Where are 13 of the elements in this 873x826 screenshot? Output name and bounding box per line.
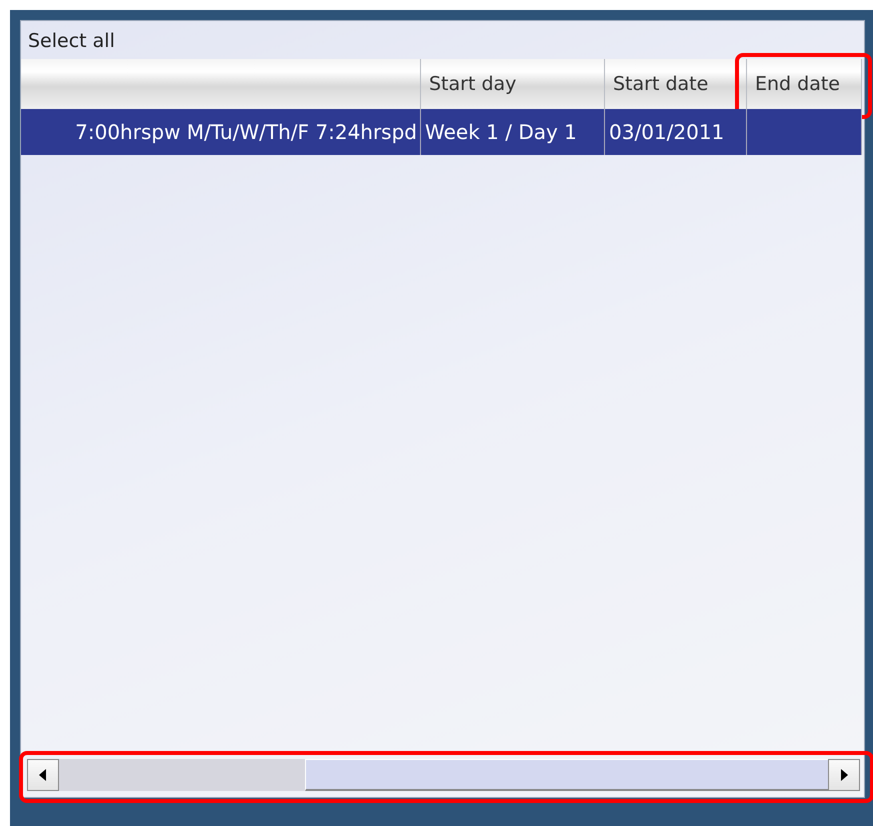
scroll-right-button[interactable]: [828, 759, 860, 791]
column-header[interactable]: End date: [747, 59, 862, 109]
column-header[interactable]: Start date: [605, 59, 747, 109]
horizontal-scrollbar[interactable]: [27, 759, 860, 791]
scroll-left-button[interactable]: [27, 759, 59, 791]
column-header[interactable]: Start day: [421, 59, 605, 109]
select-all-link[interactable]: Select all: [21, 21, 115, 59]
table-cell: 7:00hrspw M/Tu/W/Th/F 7:24hrspd: [21, 109, 421, 155]
right-arrow-icon: [840, 769, 848, 781]
scroll-thumb[interactable]: [305, 759, 828, 791]
table-cell: 03/01/2011: [605, 109, 747, 155]
left-arrow-icon: [39, 769, 47, 781]
table-cell: Week 1 / Day 1: [421, 109, 605, 155]
